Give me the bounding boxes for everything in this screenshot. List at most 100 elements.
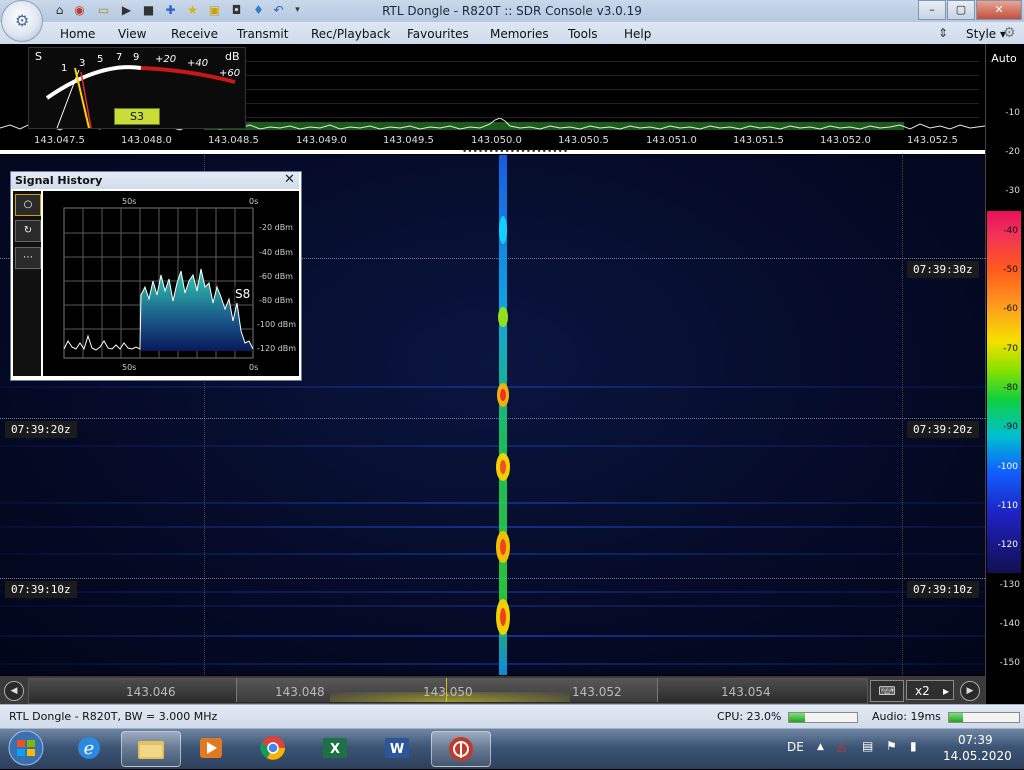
freq-label: 143.048.0 [121, 135, 172, 146]
db-tick: -20 [1005, 147, 1020, 157]
menu-tools[interactable]: Tools [568, 27, 598, 41]
zoom-value: x2 [915, 684, 930, 698]
noise-streak [0, 663, 985, 665]
waterfall-time-label: 07:39:10z [907, 581, 979, 598]
explorer-icon[interactable] [121, 731, 181, 767]
menu-help[interactable]: Help [624, 27, 651, 41]
meter-needle-shadow [56, 69, 80, 129]
volume-tray-icon[interactable]: ▮ [910, 739, 917, 753]
colorbar-label: -90 [1003, 422, 1018, 432]
cpu-meter [788, 712, 858, 723]
action-center-flag-icon[interactable]: ⚑ [886, 739, 897, 753]
colorbar-label: -70 [1003, 344, 1018, 354]
signal-trace [496, 155, 510, 675]
menu-style[interactable]: Style ▾ [966, 27, 1006, 41]
media-player-icon[interactable] [182, 731, 240, 765]
colorbar-label: -40 [1003, 226, 1018, 236]
freq-label: 143.050.5 [558, 135, 609, 146]
antivirus-tray-icon[interactable]: ◬ [837, 739, 846, 753]
style-label: Style [966, 27, 997, 41]
auto-scale-button[interactable]: Auto [988, 52, 1020, 68]
freq-label: 143.052.0 [820, 135, 871, 146]
record-toggle-button[interactable]: ○ [15, 194, 41, 216]
chrome-icon[interactable] [244, 731, 302, 765]
freq-label: 143.051.5 [733, 135, 784, 146]
meter-tick-plus20: +20 [155, 54, 177, 65]
audio-meter [948, 712, 1020, 723]
menu-transmit[interactable]: Transmit [237, 27, 288, 41]
waterfall-time-label: 07:39:10z [5, 581, 77, 598]
plus-icon[interactable]: ✚ [163, 3, 178, 18]
word-icon[interactable]: W [368, 731, 426, 765]
freq-label: 143.050.0 [471, 135, 522, 146]
keyboard-icon[interactable]: ⌨ [870, 680, 904, 702]
folder-icon[interactable]: ▭ [96, 3, 111, 18]
qat-dropdown-icon[interactable]: ▾ [290, 3, 305, 18]
tray-expand-icon[interactable]: ▲ [817, 742, 824, 752]
settings-gear-icon[interactable]: ⚙ [1003, 25, 1016, 41]
menu-receive[interactable]: Receive [171, 27, 218, 41]
clock-date[interactable]: 14.05.2020 [943, 749, 1012, 763]
clock-time[interactable]: 07:39 [958, 733, 993, 747]
start-button[interactable] [2, 729, 50, 767]
home-icon[interactable]: ⌂ [52, 3, 67, 18]
noise-streak [0, 526, 985, 528]
device-tray-icon[interactable]: ▤ [862, 739, 873, 753]
close-button[interactable]: ✕ [976, 0, 1022, 20]
keyboard-language[interactable]: DE [787, 740, 804, 754]
maximize-button[interactable]: ▢ [947, 0, 975, 20]
scale-label: 143.048 [275, 685, 325, 699]
meter-tick-plus60: +60 [219, 68, 241, 79]
menu-rec-playback[interactable]: Rec/Playback [311, 27, 390, 41]
lock-icon[interactable]: ▣ [207, 3, 222, 18]
menu-home[interactable]: Home [60, 27, 95, 41]
history-options-button[interactable]: ⋯ [15, 247, 41, 269]
noise-streak [0, 386, 985, 388]
lifebuoy-icon[interactable]: ◉ [72, 3, 87, 18]
sdr-console-icon[interactable] [431, 731, 491, 767]
freq-label: 143.051.0 [646, 135, 697, 146]
freq-label: 143.052.5 [907, 135, 958, 146]
menu-memories[interactable]: Memories [490, 27, 549, 41]
reset-history-button[interactable]: ↻ [15, 220, 41, 242]
scale-label: 143.046 [126, 685, 176, 699]
scroll-left-button[interactable]: ◀ [4, 681, 24, 701]
star-icon[interactable]: ★ [185, 3, 200, 18]
menu-favourites[interactable]: Favourites [407, 27, 469, 41]
db-tick: -30 [1005, 186, 1020, 196]
style-toggle-icon[interactable]: ⇕ [938, 26, 948, 40]
colorbar-label: -50 [1003, 265, 1018, 275]
history-x-label-top: 50s [122, 197, 137, 206]
excel-icon[interactable]: X [306, 731, 364, 765]
menu-view[interactable]: View [118, 27, 146, 41]
time-marker-line [0, 418, 985, 419]
history-y-label: -80 dBm [259, 296, 293, 305]
app-menu-button[interactable]: ⚙ [1, 0, 43, 42]
scroll-right-button[interactable]: ▶ [960, 681, 980, 701]
spectrum-grid [244, 48, 979, 128]
cpu-meter-fill [789, 713, 805, 722]
history-y-label: -20 dBm [259, 223, 293, 232]
history-y-label: -60 dBm [259, 272, 293, 281]
play-icon[interactable]: ▶ [119, 3, 134, 18]
freq-label: 143.049.0 [296, 135, 347, 146]
minimize-button[interactable]: – [918, 0, 946, 20]
svg-text:W: W [390, 742, 404, 757]
splitter-grip[interactable]: •••••••••••••••••••• [462, 148, 568, 157]
svg-text:e: e [84, 738, 95, 759]
colorbar-label: -100 [997, 462, 1018, 472]
drop-icon[interactable]: ♦ [251, 3, 266, 18]
cpu-status: CPU: 23.0% [717, 710, 782, 723]
undo-icon[interactable]: ↶ [271, 3, 286, 18]
zoom-select[interactable]: x2 ▸ [906, 680, 954, 700]
ie-icon[interactable]: e [60, 731, 118, 765]
stop-icon[interactable]: ■ [141, 3, 156, 18]
noise-streak [0, 635, 985, 637]
meter-tick-5: 5 [97, 54, 104, 65]
history-x-label-top: 0s [249, 197, 259, 206]
camera-icon[interactable]: ◘ [229, 3, 244, 18]
freq-label: 143.047.5 [34, 135, 85, 146]
signal-history-close-button[interactable]: ✕ [284, 172, 295, 187]
history-x-label-bottom: 50s [122, 363, 137, 372]
audio-meter-fill [949, 713, 963, 722]
